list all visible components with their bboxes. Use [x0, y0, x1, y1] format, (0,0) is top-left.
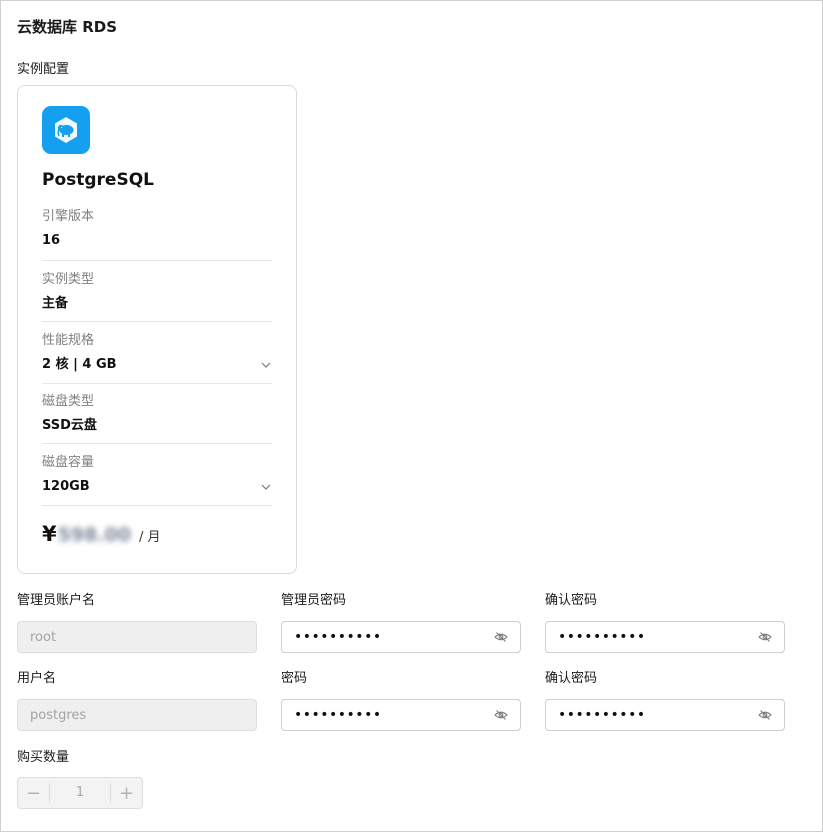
field-disk-capacity[interactable]: 磁盘容量 120GB	[42, 454, 272, 506]
confirm-password-input[interactable]: ••••••••••	[545, 699, 785, 731]
price-currency: ¥	[42, 522, 57, 546]
price-unit: / 月	[138, 530, 161, 545]
field-value: 主备	[42, 296, 69, 311]
increment-button[interactable]: +	[111, 778, 142, 808]
field-disk-type: 磁盘类型 SSD云盘	[42, 393, 272, 444]
decrement-button[interactable]: −	[18, 778, 49, 808]
password-label: 密码	[281, 671, 308, 686]
page-title: 云数据库 RDS	[17, 18, 118, 36]
password-input[interactable]: ••••••••••	[281, 699, 521, 731]
field-value: 16	[42, 233, 61, 248]
input-value: postgres	[30, 707, 87, 723]
field-value: SSD云盘	[42, 418, 97, 433]
field-label: 引擎版本	[42, 209, 95, 224]
admin-password-label: 管理员密码	[281, 593, 347, 608]
username-label: 用户名	[17, 671, 57, 686]
postgresql-elephant-icon	[42, 106, 90, 154]
quantity-stepper[interactable]: − 1 +	[17, 777, 143, 809]
username-input: postgres	[17, 699, 257, 731]
field-engine-version: 引擎版本 16	[42, 208, 272, 261]
eye-hidden-icon[interactable]	[758, 708, 772, 722]
eye-hidden-icon[interactable]	[758, 630, 772, 644]
field-label: 性能规格	[42, 333, 95, 348]
field-label: 磁盘容量	[42, 455, 95, 470]
input-value: root	[30, 629, 57, 645]
chevron-down-icon[interactable]	[260, 359, 272, 371]
input-value: ••••••••••	[558, 707, 646, 723]
field-instance-type: 实例类型 主备	[42, 271, 272, 322]
field-performance-spec[interactable]: 性能规格 2 核 | 4 GB	[42, 332, 272, 384]
field-label: 磁盘类型	[42, 394, 95, 409]
quantity-value[interactable]: 1	[49, 783, 111, 803]
rds-config-panel: 云数据库 RDS 实例配置 PostgreSQL 引擎版本 16 实例类型 主备…	[0, 0, 823, 832]
admin-username-label: 管理员账户名	[17, 593, 96, 608]
chevron-down-icon[interactable]	[260, 481, 272, 493]
instance-card: PostgreSQL 引擎版本 16 实例类型 主备 性能规格 2 核 | 4 …	[17, 85, 297, 574]
field-value: 2 核 | 4 GB	[42, 357, 117, 372]
confirm-password-label: 确认密码	[545, 671, 598, 686]
input-value: ••••••••••	[294, 707, 382, 723]
input-value: ••••••••••	[294, 629, 382, 645]
field-value: 120GB	[42, 479, 90, 494]
field-label: 实例类型	[42, 272, 95, 287]
price-amount: 598.00	[57, 524, 131, 546]
admin-username-input: root	[17, 621, 257, 653]
eye-hidden-icon[interactable]	[494, 708, 508, 722]
engine-name: PostgreSQL	[42, 170, 154, 190]
admin-confirm-password-label: 确认密码	[545, 593, 598, 608]
section-title-instance-config: 实例配置	[17, 62, 70, 77]
eye-hidden-icon[interactable]	[494, 630, 508, 644]
admin-password-input[interactable]: ••••••••••	[281, 621, 521, 653]
input-value: ••••••••••	[558, 629, 646, 645]
admin-confirm-password-input[interactable]: ••••••••••	[545, 621, 785, 653]
purchase-quantity-label: 购买数量	[17, 750, 70, 765]
price: ¥ 598.00 / 月	[42, 522, 160, 546]
